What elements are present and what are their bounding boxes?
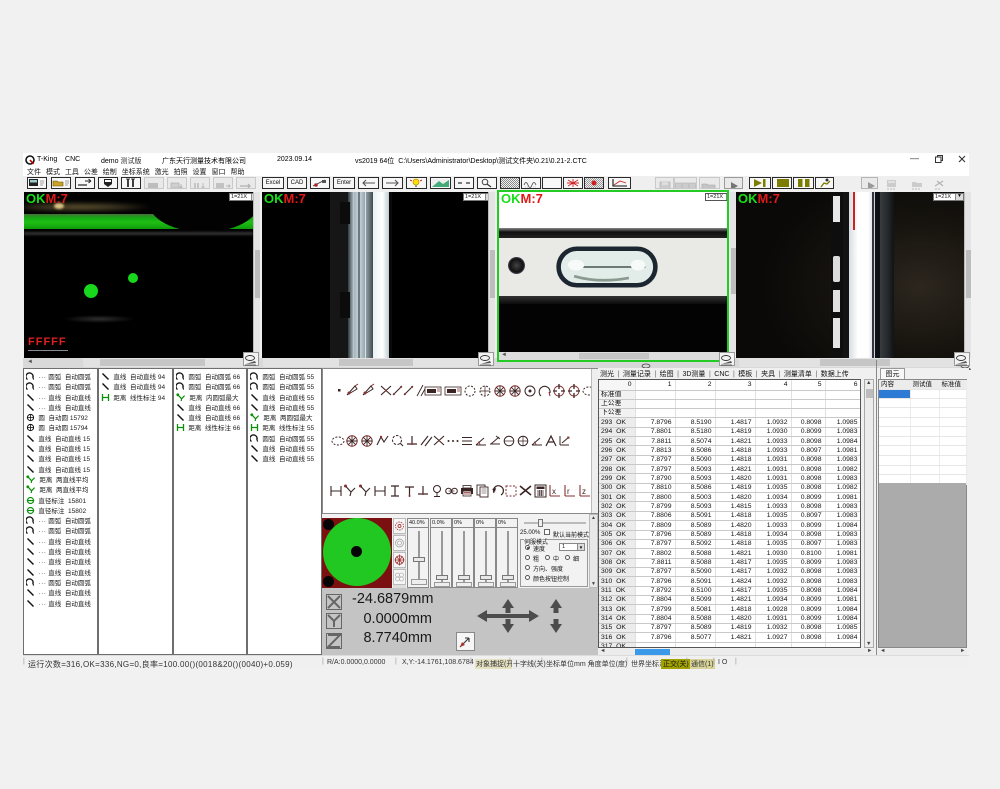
svg-text:z: z [582,487,586,496]
svg-text:x: x [552,487,556,496]
svg-text:r: r [567,487,570,496]
